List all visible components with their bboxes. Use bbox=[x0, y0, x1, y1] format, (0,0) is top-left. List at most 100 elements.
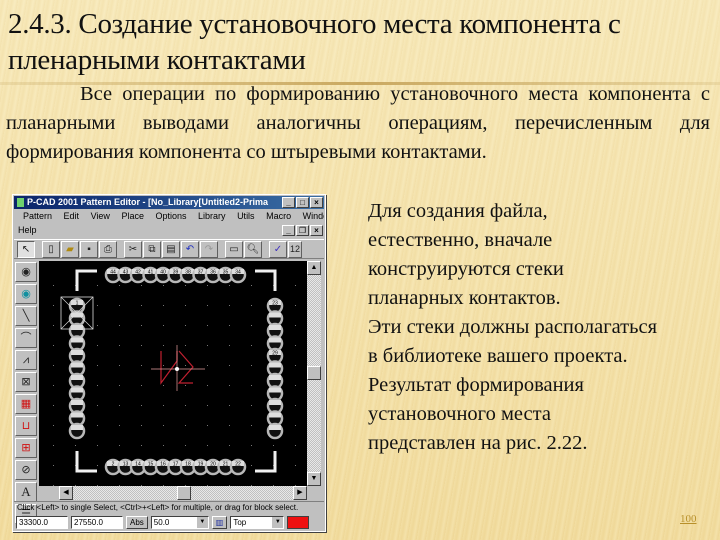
pad-number: 35 bbox=[223, 270, 229, 276]
measure-icon[interactable]: ▭ bbox=[225, 240, 243, 258]
grid-dot bbox=[207, 345, 208, 346]
vertical-scrollbar[interactable]: ▲ ▼ bbox=[307, 261, 321, 486]
y-coordinate-field[interactable]: 27550.0 bbox=[71, 516, 123, 529]
grid-dot bbox=[185, 405, 186, 406]
cutout-icon[interactable]: ⊞ bbox=[15, 438, 37, 458]
layer-button-icon[interactable]: ▥ bbox=[211, 516, 228, 529]
cut-icon[interactable]: ✂ bbox=[124, 240, 142, 258]
place-via-icon[interactable]: ◉ bbox=[15, 284, 37, 304]
grid-dot bbox=[229, 345, 230, 346]
menu-edit[interactable]: Edit bbox=[64, 211, 80, 221]
grid-dot bbox=[53, 425, 54, 426]
copy-icon[interactable]: ⧉ bbox=[143, 240, 161, 258]
menu-macro[interactable]: Macro bbox=[266, 211, 291, 221]
horizontal-scrollbar[interactable]: ◀ ▶ bbox=[59, 486, 307, 500]
x-coordinate-field[interactable]: 33300.0 bbox=[16, 516, 68, 529]
grid-dot bbox=[229, 285, 230, 286]
menu-window[interactable]: Window bbox=[303, 211, 324, 221]
scroll-thumb[interactable] bbox=[307, 366, 321, 380]
copper-pour-icon[interactable]: ▦ bbox=[15, 394, 37, 414]
scroll-left-button[interactable]: ◀ bbox=[59, 486, 73, 500]
side-line: конструируются стеки bbox=[368, 258, 564, 280]
print-icon[interactable]: ⎙ bbox=[99, 240, 117, 258]
grid-dot bbox=[97, 345, 98, 346]
grid-dot bbox=[119, 325, 120, 326]
grid-dot bbox=[97, 445, 98, 446]
scroll-up-button[interactable]: ▲ bbox=[307, 261, 321, 275]
keepout-icon[interactable]: ⊔ bbox=[15, 416, 37, 436]
menu-library[interactable]: Library bbox=[198, 211, 226, 221]
abs-button[interactable]: Abs bbox=[126, 516, 148, 529]
menu-pattern[interactable]: Pattern bbox=[23, 211, 52, 221]
window-titlebar: P-CAD 2001 Pattern Editor - [No_Library[… bbox=[14, 196, 324, 209]
grid-dot bbox=[163, 405, 164, 406]
pad-number: 38 bbox=[185, 270, 191, 276]
outline-corner bbox=[75, 269, 97, 291]
doc-minimize-button[interactable]: _ bbox=[282, 225, 295, 236]
undo-icon[interactable]: ↶ bbox=[181, 240, 199, 258]
grid-dot bbox=[97, 325, 98, 326]
doc-restore-button[interactable]: ❐ bbox=[296, 225, 309, 236]
redo-icon[interactable]: ↷ bbox=[200, 240, 218, 258]
pad-label-bg bbox=[71, 375, 83, 380]
menu-help[interactable]: Help bbox=[18, 225, 37, 235]
side-line: Результат формирования bbox=[368, 374, 584, 396]
maximize-button[interactable]: □ bbox=[296, 197, 309, 208]
grid-dot bbox=[53, 485, 54, 486]
design-canvas[interactable]: 44 43 42 41 40 39 38 37 36 35 34 2 13 14 15 16 17 18 19 20 2… bbox=[39, 261, 307, 486]
hscroll-thumb[interactable] bbox=[177, 486, 191, 500]
new-file-icon[interactable]: ▯ bbox=[42, 240, 60, 258]
grid-dot bbox=[163, 385, 164, 386]
grid-dot bbox=[295, 425, 296, 426]
grid-dot bbox=[251, 365, 252, 366]
menu-view[interactable]: View bbox=[91, 211, 110, 221]
place-pad-icon[interactable]: ◉ bbox=[15, 262, 37, 282]
paste-icon[interactable]: ▤ bbox=[162, 240, 180, 258]
select-tool-icon[interactable]: ↖ bbox=[17, 240, 35, 258]
zoom-icon[interactable]: 🔍︎ bbox=[244, 240, 262, 258]
window-title: P-CAD 2001 Pattern Editor - [No_Library[… bbox=[27, 197, 269, 207]
polygon-icon[interactable]: ⩘ bbox=[15, 350, 37, 370]
layer-color-swatch[interactable] bbox=[287, 516, 310, 529]
pad-label-bg bbox=[71, 387, 83, 393]
placement-toolbar: ◉ ◉ ╲ ⌒ ⩘ ⊠ ▦ ⊔ ⊞ ⊘ A ☰ bbox=[14, 261, 38, 524]
pad-label-bg bbox=[71, 400, 83, 405]
pad-number: 19 bbox=[198, 462, 204, 468]
check-icon[interactable]: ✓ bbox=[269, 240, 287, 258]
pad-label-bg bbox=[71, 350, 83, 355]
grid-dot bbox=[295, 285, 296, 286]
grid-dot bbox=[119, 385, 120, 386]
grid-dot bbox=[229, 385, 230, 386]
menu-options[interactable]: Options bbox=[155, 211, 186, 221]
grid-dot bbox=[163, 325, 164, 326]
grid-dot bbox=[119, 285, 120, 286]
pad-number: 22 bbox=[235, 462, 241, 468]
text-icon[interactable]: A bbox=[15, 482, 37, 502]
open-folder-icon[interactable]: ▰ bbox=[61, 240, 79, 258]
close-button[interactable]: × bbox=[310, 197, 323, 208]
ref-point-icon[interactable]: ⊠ bbox=[15, 372, 37, 392]
grid-dot bbox=[185, 425, 186, 426]
no-entry-icon[interactable]: ⊘ bbox=[15, 460, 37, 480]
ref-designator-mark bbox=[160, 351, 178, 385]
scroll-right-button[interactable]: ▶ bbox=[293, 486, 307, 500]
grid-dot bbox=[185, 305, 186, 306]
grid-dot bbox=[119, 365, 120, 366]
pad-number: 41 bbox=[148, 270, 154, 276]
menu-place[interactable]: Place bbox=[121, 211, 144, 221]
grid-select[interactable]: 50.0 ▼ bbox=[150, 516, 209, 529]
layer-select[interactable]: Top ▼ bbox=[230, 516, 285, 529]
outline-corner bbox=[255, 269, 277, 291]
grid-dot bbox=[185, 385, 186, 386]
grid-dot bbox=[97, 365, 98, 366]
save-icon[interactable]: ▪ bbox=[80, 240, 98, 258]
arc-icon[interactable]: ⌒ bbox=[15, 328, 37, 348]
grid-dot bbox=[97, 405, 98, 406]
scroll-down-button[interactable]: ▼ bbox=[307, 472, 321, 486]
grid-dot bbox=[207, 305, 208, 306]
minimize-button[interactable]: _ bbox=[282, 197, 295, 208]
menu-utils[interactable]: Utils bbox=[237, 211, 255, 221]
outline-corner bbox=[255, 451, 277, 473]
line-icon[interactable]: ╲ bbox=[15, 306, 37, 326]
doc-close-button[interactable]: × bbox=[310, 225, 323, 236]
